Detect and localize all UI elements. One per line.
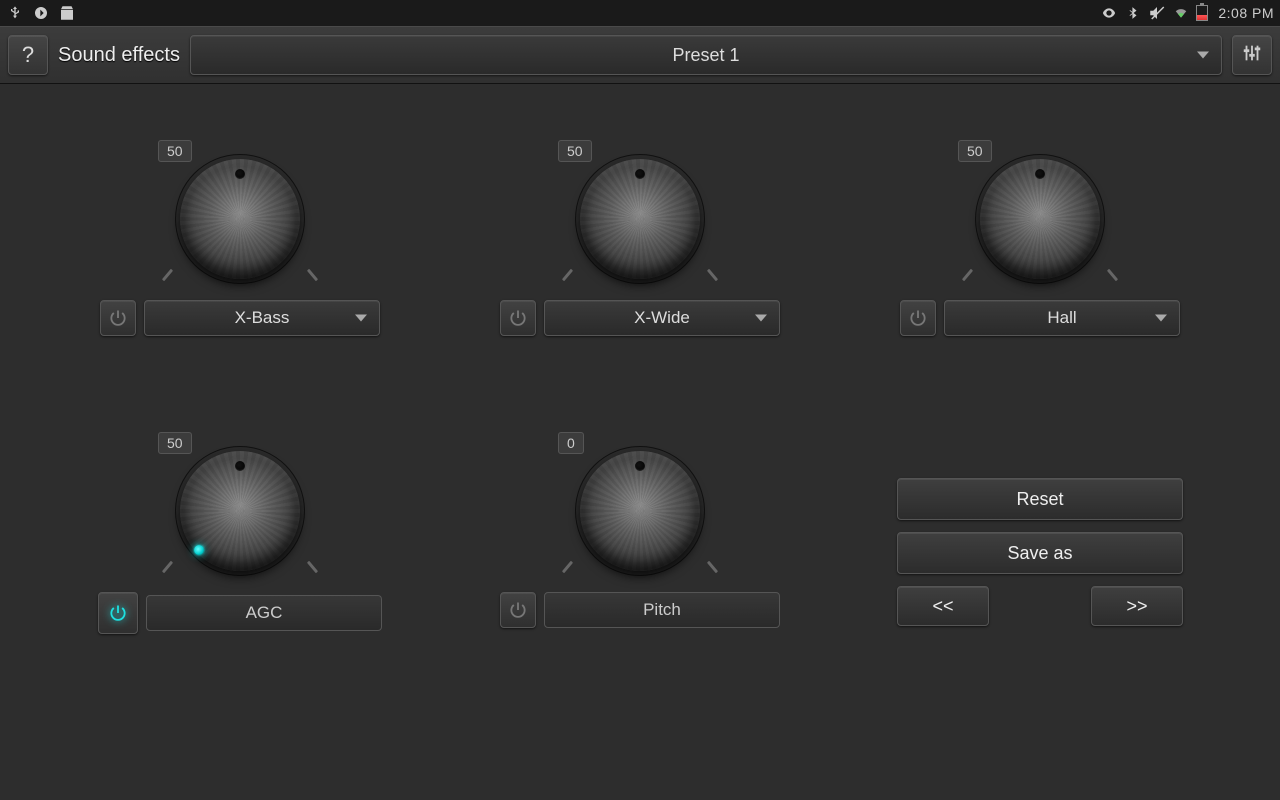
power-toggle-hall[interactable]: [900, 300, 936, 336]
knob-hall[interactable]: [980, 159, 1100, 279]
app-title: Sound effects: [58, 44, 180, 67]
knob-xwide[interactable]: [580, 159, 700, 279]
power-icon: [508, 600, 528, 620]
next-label: >>: [1126, 596, 1147, 617]
knob-agc[interactable]: [180, 451, 300, 571]
eye-icon: [1100, 4, 1118, 22]
knob-min-tick: [162, 561, 173, 574]
power-icon: [508, 308, 528, 328]
usb-icon: [6, 4, 24, 22]
power-icon: [908, 308, 928, 328]
knob-unit-pitch: 0 Pitch: [440, 436, 840, 634]
effect-select-xwide[interactable]: X-Wide: [544, 300, 780, 336]
knob-max-tick: [1107, 269, 1118, 282]
status-time: 2:08 PM: [1218, 5, 1274, 21]
save-as-button[interactable]: Save as: [897, 532, 1183, 574]
battery-icon: [1196, 5, 1208, 21]
save-as-label: Save as: [1007, 543, 1072, 564]
help-label: ?: [22, 42, 34, 68]
knob-xbass[interactable]: [180, 159, 300, 279]
chevron-down-icon: [1197, 52, 1209, 59]
effect-label: Hall: [1047, 308, 1076, 328]
effect-label: Pitch: [643, 600, 681, 620]
effect-select-xbass[interactable]: X-Bass: [144, 300, 380, 336]
next-preset-button[interactable]: >>: [1091, 586, 1183, 626]
knob-max-tick: [307, 269, 318, 282]
knob-unit-xwide: 50 X-Wide: [440, 144, 840, 336]
effect-label: AGC: [246, 603, 283, 623]
knob-max-tick: [707, 269, 718, 282]
equalizer-button[interactable]: [1232, 35, 1272, 75]
power-toggle-pitch[interactable]: [500, 592, 536, 628]
effect-label-pitch[interactable]: Pitch: [544, 592, 780, 628]
effect-label: X-Bass: [235, 308, 290, 328]
preset-select[interactable]: Preset 1: [190, 35, 1222, 75]
reset-button[interactable]: Reset: [897, 478, 1183, 520]
chevron-down-icon: [1155, 315, 1167, 322]
help-button[interactable]: ?: [8, 35, 48, 75]
wifi-icon: [1172, 4, 1190, 22]
power-toggle-agc[interactable]: [98, 592, 138, 634]
sliders-icon: [1241, 42, 1263, 69]
effect-label: X-Wide: [634, 308, 690, 328]
knob-min-tick: [562, 269, 573, 282]
power-toggle-xwide[interactable]: [500, 300, 536, 336]
app-bar: ? Sound effects Preset 1: [0, 26, 1280, 84]
mute-icon: [1148, 4, 1166, 22]
knob-min-tick: [962, 269, 973, 282]
chevron-down-icon: [355, 315, 367, 322]
bluetooth-icon: [1124, 4, 1142, 22]
reset-label: Reset: [1016, 489, 1063, 510]
knob-pitch[interactable]: [580, 451, 700, 571]
action-panel: Reset Save as << >>: [897, 478, 1183, 626]
effect-select-hall[interactable]: Hall: [944, 300, 1180, 336]
prev-label: <<: [932, 596, 953, 617]
knob-unit-hall: 50 Hall: [840, 144, 1240, 336]
chevron-down-icon: [755, 315, 767, 322]
effect-label-agc[interactable]: AGC: [146, 595, 382, 631]
knob-unit-xbass: 50 X-Bass: [40, 144, 440, 336]
knob-active-led: [194, 545, 204, 555]
knob-min-tick: [162, 269, 173, 282]
knob-min-tick: [562, 561, 573, 574]
preset-selected-label: Preset 1: [672, 45, 739, 66]
power-icon: [108, 308, 128, 328]
power-toggle-xbass[interactable]: [100, 300, 136, 336]
effects-grid: 50 X-Bass 50 X-Wi: [0, 84, 1280, 674]
knob-unit-agc: 50 AGC: [40, 436, 440, 634]
play-store-icon: [58, 4, 76, 22]
prev-preset-button[interactable]: <<: [897, 586, 989, 626]
knob-max-tick: [307, 561, 318, 574]
android-status-bar: 2:08 PM: [0, 0, 1280, 26]
power-icon: [108, 603, 128, 623]
sync-icon: [32, 4, 50, 22]
knob-max-tick: [707, 561, 718, 574]
